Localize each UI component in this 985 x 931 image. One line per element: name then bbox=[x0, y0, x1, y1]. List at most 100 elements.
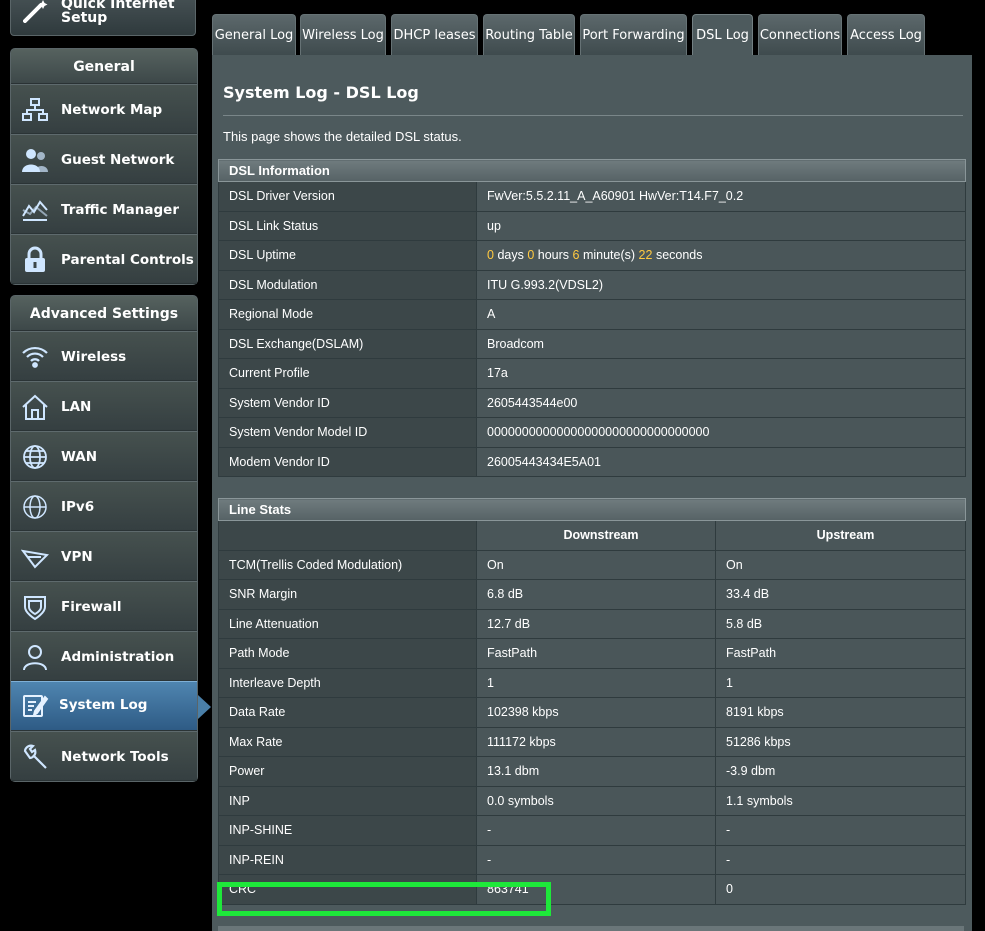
table-row: SNR Margin 6.8 dB 33.4 dB bbox=[218, 579, 966, 610]
tab-connections[interactable]: Connections bbox=[758, 14, 842, 56]
sidebar-item-label: Parental Controls bbox=[61, 252, 194, 268]
sidebar-item-label: Network Map bbox=[61, 102, 163, 118]
sidebar-item-system-log[interactable]: System Log bbox=[11, 681, 211, 731]
quick-setup-label-2: Setup bbox=[61, 10, 108, 26]
sidebar-item-label: Administration bbox=[61, 649, 175, 665]
sidebar-item-firewall[interactable]: Firewall bbox=[11, 581, 197, 631]
line-stats-table: Line Stats Downstream Upstream TCM(Trell… bbox=[218, 498, 966, 905]
sidebar-item-label: VPN bbox=[61, 549, 93, 565]
system-log-icon bbox=[21, 691, 49, 719]
sidebar-item-network-map[interactable]: Network Map bbox=[11, 84, 197, 134]
upstream-value: -3.9 dbm bbox=[715, 756, 966, 787]
row-label: DSL Modulation bbox=[218, 269, 477, 300]
row-label: Line Attenuation bbox=[218, 608, 477, 639]
sidebar-item-vpn[interactable]: VPN bbox=[11, 531, 197, 581]
home-icon bbox=[21, 393, 49, 421]
table-row: Modem Vendor ID 26005443434E5A01 bbox=[218, 446, 966, 477]
table-row: DSL Modulation ITU G.993.2(VDSL2) bbox=[218, 269, 966, 300]
table-row: DSL Link Status up bbox=[218, 210, 966, 241]
general-group-title: General bbox=[11, 49, 197, 84]
sidebar-item-label: Guest Network bbox=[61, 152, 175, 168]
table-row: Line Attenuation 12.7 dB 5.8 dB bbox=[218, 608, 966, 639]
page-title: System Log - DSL Log bbox=[223, 83, 419, 102]
tab-routing-table[interactable]: Routing Table bbox=[483, 14, 575, 56]
uptime-seconds: 22 bbox=[638, 248, 653, 263]
table-row: System Vendor ID 2605443544e00 bbox=[218, 387, 966, 418]
row-label: Modem Vendor ID bbox=[218, 446, 477, 477]
upstream-value: 33.4 dB bbox=[715, 579, 966, 610]
sidebar-item-network-tools[interactable]: Network Tools bbox=[11, 731, 197, 781]
sidebar-item-wireless[interactable]: Wireless bbox=[11, 331, 197, 381]
upstream-value: 1.1 symbols bbox=[715, 785, 966, 816]
tab-general-log[interactable]: General Log bbox=[212, 14, 296, 56]
table-row: Max Rate 111172 kbps 51286 kbps bbox=[218, 726, 966, 757]
tab-port-forwarding[interactable]: Port Forwarding bbox=[580, 14, 687, 56]
traffic-manager-icon bbox=[21, 196, 49, 224]
main-panel: System Log - DSL Log This page shows the… bbox=[212, 55, 972, 931]
row-label: Path Mode bbox=[218, 638, 477, 669]
upstream-value: 5.8 dB bbox=[715, 608, 966, 639]
row-label: CRC bbox=[218, 874, 477, 905]
row-label: Data Rate bbox=[218, 697, 477, 728]
row-label: Regional Mode bbox=[218, 299, 477, 330]
sidebar-item-wan[interactable]: WAN bbox=[11, 431, 197, 481]
upstream-value: 8191 kbps bbox=[715, 697, 966, 728]
lock-icon bbox=[21, 246, 49, 274]
tab-access-log[interactable]: Access Log bbox=[847, 14, 925, 56]
downstream-value: 13.1 dbm bbox=[476, 756, 716, 787]
table-row: INP-SHINE - - bbox=[218, 815, 966, 846]
table-row: DSL Exchange(DSLAM) Broadcom bbox=[218, 328, 966, 359]
line-stats-header: Line Stats bbox=[218, 498, 966, 521]
downstream-value: 863741 bbox=[476, 874, 716, 905]
ipv6-icon bbox=[21, 493, 49, 521]
uptime-days-unit: days bbox=[497, 248, 524, 263]
sidebar-item-administration[interactable]: Administration bbox=[11, 631, 197, 681]
table-row: System Vendor Model ID 00000000000000000… bbox=[218, 417, 966, 448]
upstream-value: On bbox=[715, 549, 966, 580]
empty-header-cell bbox=[218, 520, 477, 551]
downstream-value: 6.8 dB bbox=[476, 579, 716, 610]
downstream-value: FastPath bbox=[476, 638, 716, 669]
sidebar-item-guest-network[interactable]: Guest Network bbox=[11, 134, 197, 184]
upstream-header: Upstream bbox=[715, 520, 966, 551]
row-label: DSL Uptime bbox=[218, 240, 477, 271]
dsl-uptime-value: 0 days 0 hours 6 minute(s) 22 seconds bbox=[476, 240, 966, 271]
uptime-minutes: 6 bbox=[572, 248, 580, 263]
sidebar-item-parental-controls[interactable]: Parental Controls bbox=[11, 234, 197, 284]
tab-wireless-log[interactable]: Wireless Log bbox=[300, 14, 386, 56]
row-label: SNR Margin bbox=[218, 579, 477, 610]
quick-internet-setup-button[interactable]: Quick Internet Setup bbox=[10, 0, 196, 36]
sidebar-item-label: Firewall bbox=[61, 599, 122, 615]
sidebar-item-traffic-manager[interactable]: Traffic Manager bbox=[11, 184, 197, 234]
downstream-value: 0.0 symbols bbox=[476, 785, 716, 816]
shield-icon bbox=[21, 593, 49, 621]
row-label: System Vendor Model ID bbox=[218, 417, 477, 448]
downstream-value: 111172 kbps bbox=[476, 726, 716, 757]
row-value: ITU G.993.2(VDSL2) bbox=[476, 269, 966, 300]
row-label: TCM(Trellis Coded Modulation) bbox=[218, 549, 477, 580]
sidebar-item-label: IPv6 bbox=[61, 499, 95, 515]
upstream-value: 51286 kbps bbox=[715, 726, 966, 757]
tab-dsl-log[interactable]: DSL Log bbox=[692, 14, 753, 56]
row-value: up bbox=[476, 210, 966, 241]
uptime-seconds-unit: seconds bbox=[655, 248, 703, 263]
vpn-icon bbox=[20, 543, 50, 571]
table-row: INP 0.0 symbols 1.1 symbols bbox=[218, 785, 966, 816]
row-value: 2605443544e00 bbox=[476, 387, 966, 418]
downstream-header: Downstream bbox=[476, 520, 716, 551]
downstream-value: 12.7 dB bbox=[476, 608, 716, 639]
table-row: DSL Driver Version FwVer:5.5.2.11_A_A609… bbox=[218, 181, 966, 212]
sidebar-item-lan[interactable]: LAN bbox=[11, 381, 197, 431]
row-label: Power bbox=[218, 756, 477, 787]
advanced-menu-group: Advanced Settings Wireless LAN WAN IPv6 bbox=[10, 295, 211, 782]
table-row: Regional Mode A bbox=[218, 299, 966, 330]
table-row: Path Mode FastPath FastPath bbox=[218, 638, 966, 669]
table-row: Data Rate 102398 kbps 8191 kbps bbox=[218, 697, 966, 728]
tab-dhcp-leases[interactable]: DHCP leases bbox=[391, 14, 478, 56]
row-value: 17a bbox=[476, 358, 966, 389]
dsl-information-table: DSL Information DSL Driver Version FwVer… bbox=[218, 159, 966, 477]
sidebar-item-ipv6[interactable]: IPv6 bbox=[11, 481, 197, 531]
sidebar-item-label: WAN bbox=[61, 449, 98, 465]
row-label: DSL Link Status bbox=[218, 210, 477, 241]
admin-user-icon bbox=[21, 643, 49, 671]
